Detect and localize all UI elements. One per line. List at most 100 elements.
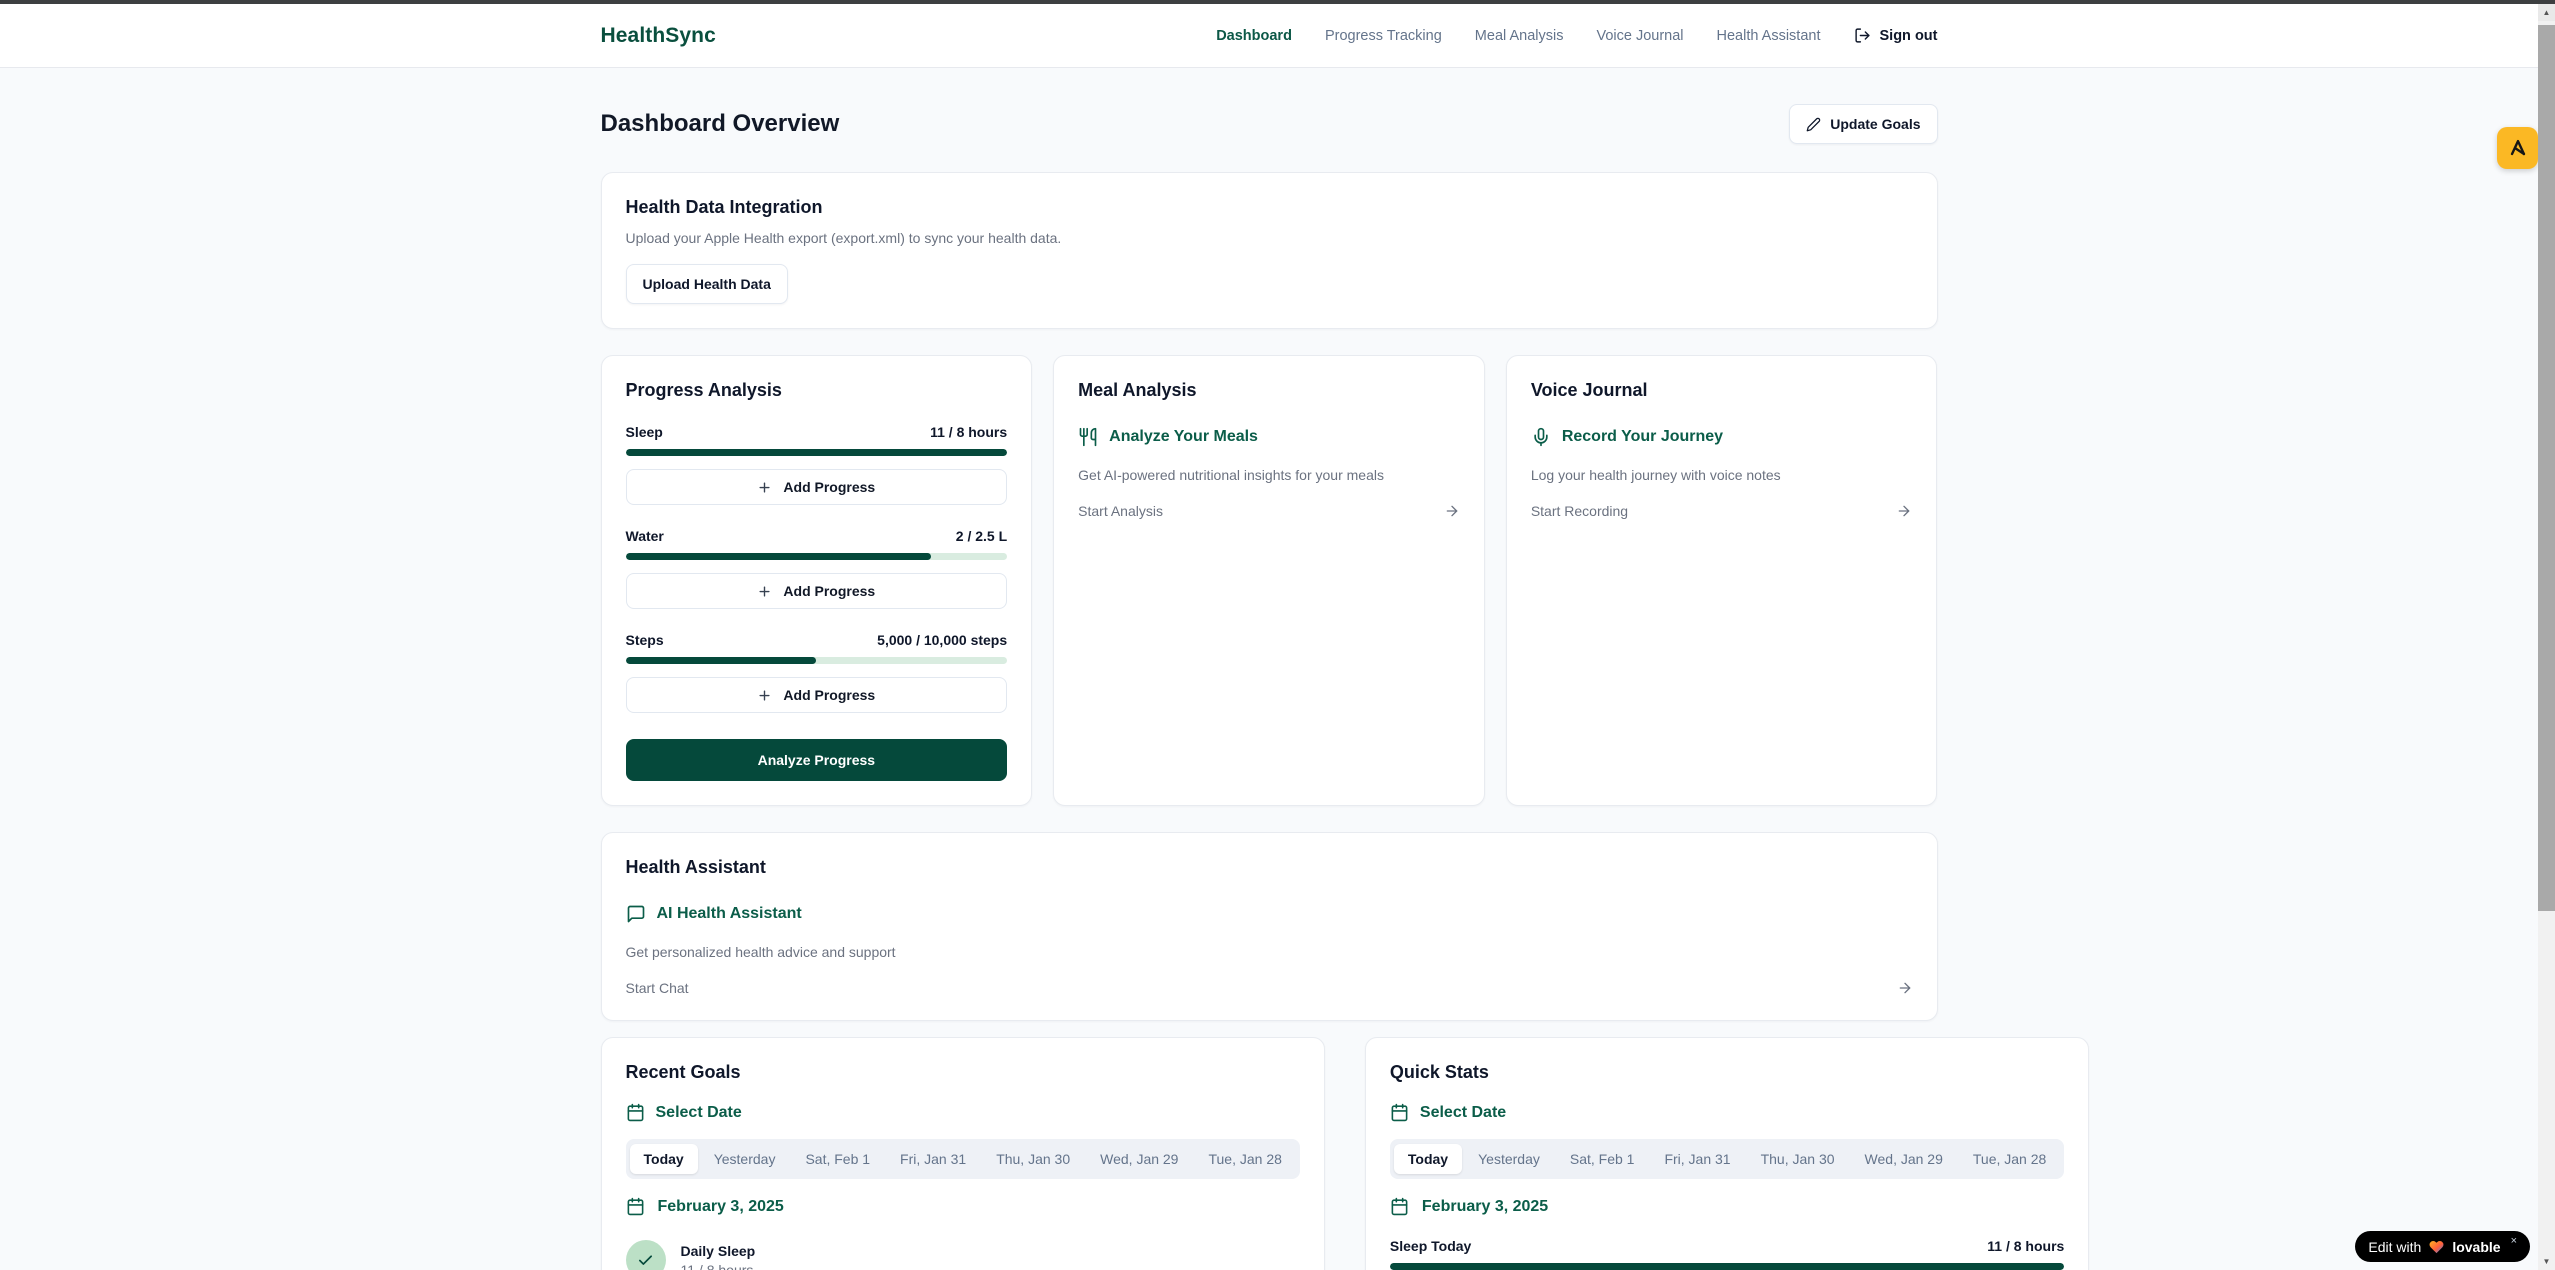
plus-icon xyxy=(757,688,772,703)
scroll-up-icon[interactable]: ▲ xyxy=(2538,4,2555,21)
feature-action-label: Start Analysis xyxy=(1078,503,1163,519)
vertical-scrollbar[interactable]: ▲ ▼ xyxy=(2538,4,2555,1270)
nav-item[interactable]: Dashboard xyxy=(1216,28,1292,44)
date-tab[interactable]: Yesterday xyxy=(1464,1144,1554,1174)
calendar-icon xyxy=(626,1103,645,1122)
progress-bar xyxy=(1390,1263,2064,1270)
progress-bar xyxy=(626,657,1008,664)
logout-icon xyxy=(1854,27,1871,44)
lovable-editor-fab[interactable] xyxy=(2497,127,2538,169)
progress-metric: Sleep 11 / 8 hours Add Progress xyxy=(626,424,1008,505)
feature-action[interactable]: Start Recording xyxy=(1531,503,1913,519)
date-tab[interactable]: Fri, Jan 31 xyxy=(1650,1144,1744,1174)
selected-date[interactable]: February 3, 2025 xyxy=(626,1197,1300,1216)
date-tab[interactable]: Thu, Jan 30 xyxy=(1747,1144,1849,1174)
arrow-right-icon xyxy=(1897,980,1913,996)
date-tab[interactable]: Wed, Jan 29 xyxy=(1086,1144,1192,1174)
app-logo[interactable]: HealthSync xyxy=(601,24,716,48)
date-tab[interactable]: Fri, Jan 31 xyxy=(886,1144,980,1174)
date-tab[interactable]: Tue, Jan 28 xyxy=(1959,1144,2060,1174)
progress-bar xyxy=(626,553,1008,560)
upload-health-data-button[interactable]: Upload Health Data xyxy=(626,264,788,304)
plus-icon xyxy=(757,480,772,495)
microphone-icon xyxy=(1531,427,1551,447)
date-tab[interactable]: Thu, Jan 30 xyxy=(982,1144,1084,1174)
date-tab[interactable]: Today xyxy=(1394,1144,1462,1174)
metric-name: Steps xyxy=(626,632,664,648)
date-tab[interactable]: Sat, Feb 1 xyxy=(791,1144,884,1174)
progress-metric: Steps 5,000 / 10,000 steps Add Progress xyxy=(626,632,1008,713)
goal-name: Daily Sleep xyxy=(681,1243,756,1259)
feature-link-label: AI Health Assistant xyxy=(657,905,802,923)
main-nav: Dashboard Progress Tracking Meal Analysis V… xyxy=(1216,27,1937,44)
selected-date[interactable]: February 3, 2025 xyxy=(1390,1197,2064,1216)
select-date-button[interactable]: Select Date xyxy=(626,1103,1300,1122)
feature-action[interactable]: Start Analysis xyxy=(1078,503,1460,519)
top-nav: HealthSync Dashboard Progress Tracking Mea… xyxy=(0,4,2555,68)
heart-icon xyxy=(2428,1239,2445,1255)
feature-action-label: Start Chat xyxy=(626,980,689,996)
feature-description: Log your health journey with voice notes xyxy=(1531,467,1913,483)
nav-item[interactable]: Meal Analysis xyxy=(1475,28,1564,44)
lovable-logo-icon xyxy=(2507,137,2529,159)
date-tab[interactable]: Wed, Jan 29 xyxy=(1851,1144,1957,1174)
goal-progress: 11 / 8 hours xyxy=(681,1262,756,1270)
pencil-icon xyxy=(1806,117,1821,132)
feature-link-label: Record Your Journey xyxy=(1562,428,1723,446)
card-title: Health Data Integration xyxy=(626,197,1913,218)
feature-description: Get AI-powered nutritional insights for … xyxy=(1078,467,1460,483)
progress-bar-fill xyxy=(1390,1263,2064,1270)
date-tab[interactable]: Tue, Jan 28 xyxy=(1194,1144,1295,1174)
feature-link[interactable]: Record Your Journey xyxy=(1531,427,1913,447)
progress-bar-fill xyxy=(626,657,817,664)
feature-card: Meal Analysis Analyze Your Meals Get AI-… xyxy=(1053,355,1485,806)
progress-bar-fill xyxy=(626,553,931,560)
select-date-button[interactable]: Select Date xyxy=(1390,1103,2064,1122)
page-title: Dashboard Overview xyxy=(601,110,840,138)
date-tabs: TodayYesterdaySat, Feb 1Fri, Jan 31Thu, … xyxy=(1390,1139,2064,1179)
edit-badge-prefix: Edit with xyxy=(2368,1239,2421,1255)
feature-description: Get personalized health advice and suppo… xyxy=(626,944,1913,960)
edit-badge-brand: lovable xyxy=(2452,1239,2500,1255)
metric-value: 5,000 / 10,000 steps xyxy=(877,632,1007,648)
chat-bubble-icon xyxy=(626,904,646,924)
edit-with-lovable-badge[interactable]: Edit with lovable × xyxy=(2355,1231,2530,1262)
metric-value: 2 / 2.5 L xyxy=(956,528,1007,544)
add-progress-button[interactable]: Add Progress xyxy=(626,469,1008,505)
nav-item[interactable]: Health Assistant xyxy=(1717,28,1821,44)
card-title: Quick Stats xyxy=(1390,1062,2064,1083)
sign-out-button[interactable]: Sign out xyxy=(1854,27,1938,44)
arrow-right-icon xyxy=(1896,503,1912,519)
stat-name: Sleep Today xyxy=(1390,1238,1471,1254)
add-progress-button[interactable]: Add Progress xyxy=(626,573,1008,609)
scrollbar-thumb[interactable] xyxy=(2538,25,2555,911)
analyze-progress-button[interactable]: Analyze Progress xyxy=(626,739,1008,781)
start-chat-action[interactable]: Start Chat xyxy=(626,980,1913,996)
calendar-icon xyxy=(1390,1103,1409,1122)
feature-card: Voice Journal Record Your Journey Log yo… xyxy=(1506,355,1938,806)
card-title: Voice Journal xyxy=(1531,380,1913,401)
metric-value: 11 / 8 hours xyxy=(930,424,1007,440)
feature-link-label: Analyze Your Meals xyxy=(1109,428,1258,446)
date-tab[interactable]: Sat, Feb 1 xyxy=(1556,1144,1649,1174)
date-tab[interactable]: Today xyxy=(630,1144,698,1174)
date-tabs: TodayYesterdaySat, Feb 1Fri, Jan 31Thu, … xyxy=(626,1139,1300,1179)
feature-link[interactable]: Analyze Your Meals xyxy=(1078,427,1460,447)
quick-stats-card: Quick Stats Select Date TodayYesterdaySa… xyxy=(1365,1037,2089,1270)
check-circle-icon xyxy=(626,1240,666,1270)
nav-item[interactable]: Voice Journal xyxy=(1596,28,1683,44)
health-data-integration-card: Health Data Integration Upload your Appl… xyxy=(601,172,1938,329)
close-icon[interactable]: × xyxy=(2511,1235,2517,1247)
add-progress-button[interactable]: Add Progress xyxy=(626,677,1008,713)
ai-health-assistant-link[interactable]: AI Health Assistant xyxy=(626,904,1913,924)
health-assistant-card: Health Assistant AI Health Assistant Get… xyxy=(601,832,1938,1021)
date-tab[interactable]: Yesterday xyxy=(700,1144,790,1174)
window-top-strip xyxy=(0,0,2555,4)
card-title: Recent Goals xyxy=(626,1062,1300,1083)
scroll-down-icon[interactable]: ▼ xyxy=(2538,1253,2555,1270)
metric-name: Sleep xyxy=(626,424,663,440)
update-goals-button[interactable]: Update Goals xyxy=(1789,104,1937,144)
card-description: Upload your Apple Health export (export.… xyxy=(626,230,1913,246)
nav-item[interactable]: Progress Tracking xyxy=(1325,28,1442,44)
goal-item: Daily Sleep 11 / 8 hours xyxy=(626,1240,1300,1270)
